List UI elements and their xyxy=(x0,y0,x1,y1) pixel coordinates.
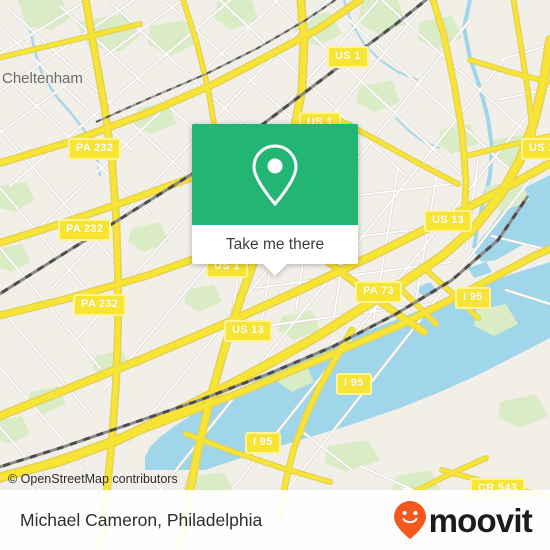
road-shield-pa-232: PA 232 xyxy=(73,294,127,316)
bottom-bar: Michael Cameron, Philadelphia moovit xyxy=(0,490,550,550)
take-me-there-label: Take me there xyxy=(225,235,325,253)
road-shield-pa-73: PA 73 xyxy=(355,281,402,303)
osm-attribution[interactable]: © OpenStreetMap contributors xyxy=(8,472,178,486)
road-shield-i-95: I 95 xyxy=(455,287,491,309)
moovit-smiley-pin-icon xyxy=(393,501,426,539)
map-screenshot: Cheltenham US 1 US 1 US 1 PA 232 PA 232 … xyxy=(0,0,550,550)
road-shield-us-13: US 13 xyxy=(424,210,473,232)
moovit-wordmark: moovit xyxy=(428,501,533,539)
info-card-header xyxy=(192,124,358,225)
road-shield-us-13: US 13 xyxy=(224,320,273,342)
road-shield-i-95: I 95 xyxy=(245,432,281,454)
take-me-there-button[interactable]: Take me there xyxy=(192,225,358,276)
road-shield-us-1: US 1 xyxy=(521,138,550,160)
info-card-tail xyxy=(263,264,287,276)
place-title: Michael Cameron, Philadelphia xyxy=(20,509,263,530)
location-info-card[interactable]: Take me there xyxy=(192,124,358,276)
road-shield-i-95: I 95 xyxy=(336,373,372,395)
map-pin-icon xyxy=(252,143,298,206)
moovit-brand[interactable]: moovit xyxy=(393,500,533,540)
road-shield-us-1: US 1 xyxy=(327,46,369,68)
road-shield-pa-232: PA 232 xyxy=(68,138,122,160)
road-shield-pa-232: PA 232 xyxy=(58,219,112,241)
city-label-cheltenham: Cheltenham xyxy=(2,70,83,87)
